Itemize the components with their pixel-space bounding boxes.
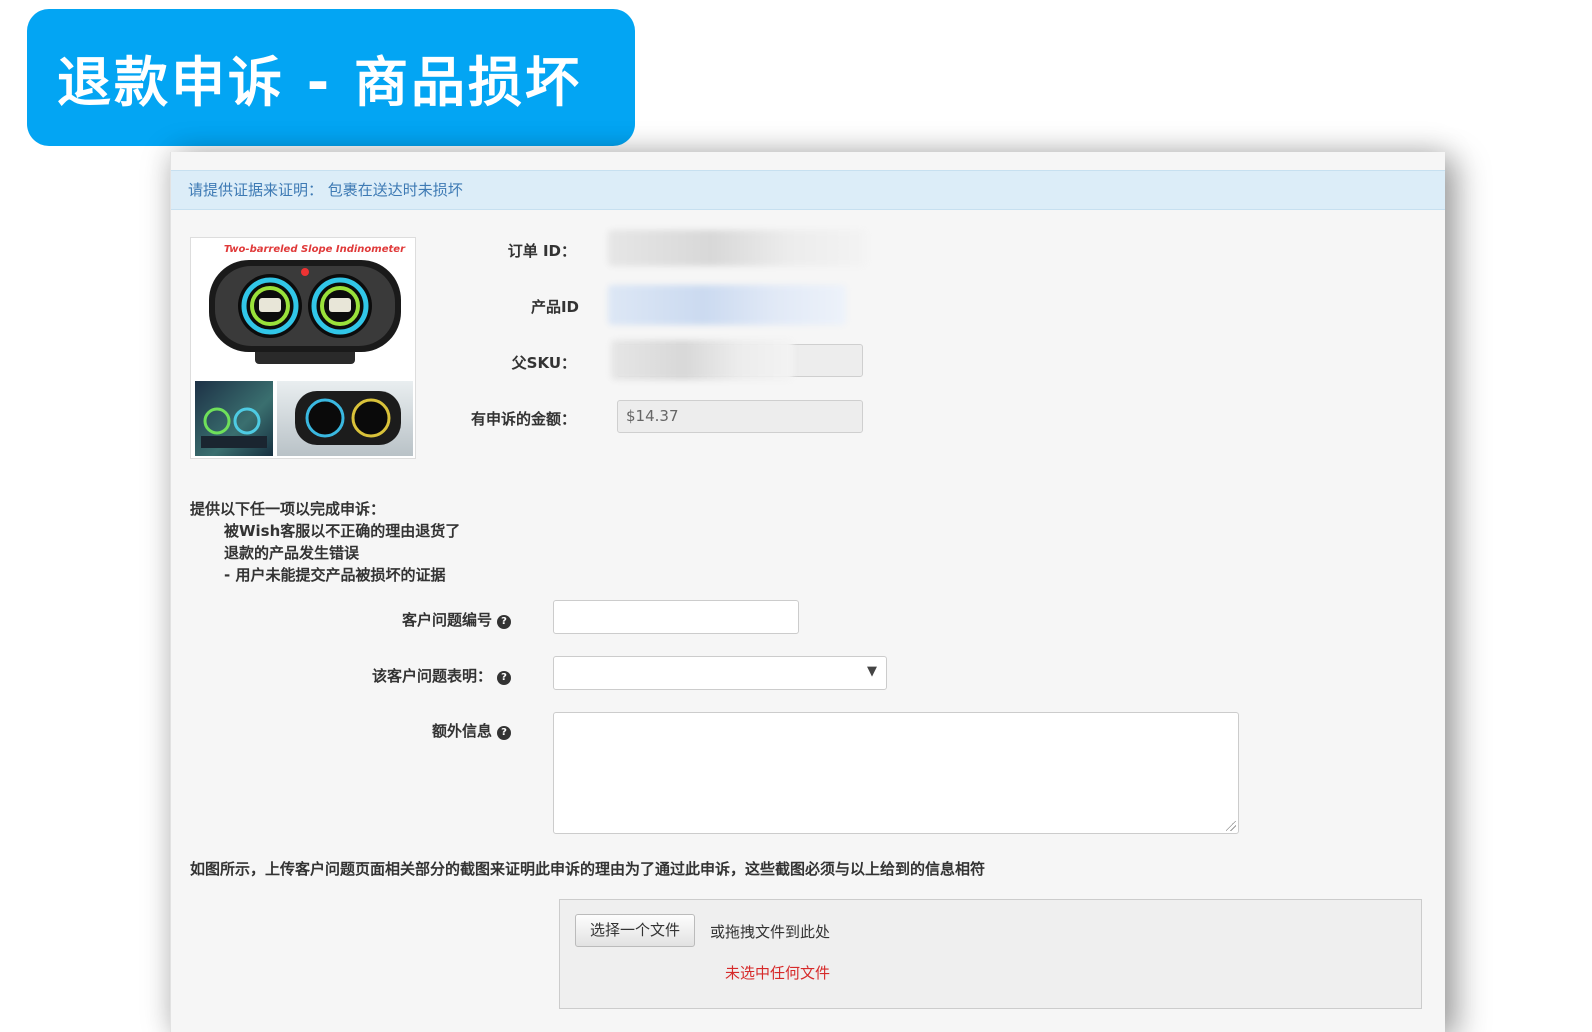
requirement-item: 被Wish客服以不正确的理由退货了 [224,522,461,540]
parent-sku-value-blurred [611,340,793,380]
no-file-status: 未选中任何文件 [725,964,831,982]
requirement-item: - 用户未能提交产品被损坏的证据 [224,566,446,584]
product-sub-image-2 [277,381,413,456]
order-id-value-blurred [608,230,866,266]
panel-header: 请提供证据来证明： 包裹在送达时未损坏 [171,170,1445,210]
question-circle-icon[interactable]: ? [497,726,511,740]
dropdown-arrow-icon: ▼ [867,664,877,679]
order-id-label: 订单 ID： [507,242,576,260]
product-id-value-blurred [608,285,846,325]
parent-sku-label: 父SKU： [511,354,576,372]
ticket-label: 客户问题编号 [401,611,492,629]
upload-instruction: 如图所示，上传客户问题页面相关部分的截图来证明此申诉的理由为了通过此申诉，这些截… [190,860,986,878]
extra-info-textarea[interactable] [553,712,1239,834]
choose-file-button[interactable]: 选择一个文件 [575,914,696,947]
drag-hint: 或拖拽文件到此处 [710,923,831,941]
product-sub-image-1 [195,381,273,456]
product-main-image: Two-barreled Slope Indinometer [195,242,411,378]
ticket-label-row: 客户问题编号? [321,609,511,630]
requirements-list: 提供以下任一项以完成申诉： 被Wish客服以不正确的理由退货了 退款的产品发生错… [190,498,460,586]
product-thumbnail: Two-barreled Slope Indinometer [190,237,416,459]
requirement-item: 退款的产品发生错误 [224,544,360,562]
appeal-panel: 请提供证据来证明： 包裹在送达时未损坏 Two-barreled Slope I… [170,152,1445,1032]
question-circle-icon[interactable]: ? [497,615,511,629]
resize-grip-icon[interactable] [1226,821,1236,831]
statement-label: 该客户问题表明： [371,667,492,685]
title-banner: 退款申诉 - 商品损坏 [27,9,635,146]
requirements-heading: 提供以下任一项以完成申诉： [190,500,386,518]
extra-info-label: 额外信息 [431,722,492,740]
ticket-number-input[interactable] [553,600,799,634]
statement-select[interactable]: ▼ [553,656,887,690]
product-caption: Two-barreled Slope Indinometer [223,244,405,255]
amount-label: 有申诉的金额： [470,410,576,428]
question-circle-icon[interactable]: ? [497,671,511,685]
file-drop-zone[interactable]: 选择一个文件 或拖拽文件到此处 未选中任何文件 [559,899,1422,1009]
page-title: 退款申诉 - 商品损坏 [57,51,583,114]
product-id-label: 产品ID [530,298,579,316]
extra-info-label-row: 额外信息? [321,720,511,741]
statement-label-row: 该客户问题表明：? [321,665,511,686]
amount-field: $14.37 [617,400,863,433]
